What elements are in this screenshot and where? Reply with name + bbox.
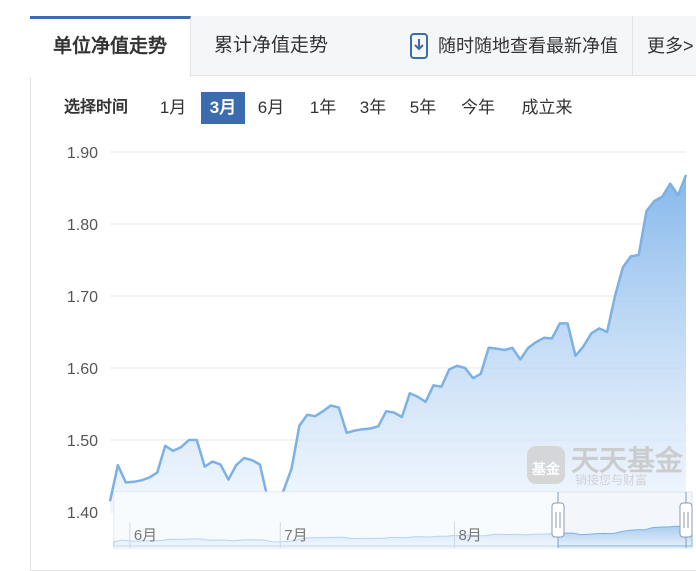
data-point[interactable] (195, 438, 199, 442)
data-point[interactable] (487, 346, 491, 350)
data-point[interactable] (290, 467, 294, 471)
y-tick-label: 1.50 (67, 433, 98, 450)
data-point[interactable] (132, 480, 136, 484)
data-point[interactable] (621, 265, 625, 269)
data-point[interactable] (526, 346, 530, 350)
data-point[interactable] (242, 456, 246, 460)
data-point[interactable] (613, 294, 617, 298)
data-point[interactable] (558, 321, 562, 325)
data-point[interactable] (226, 478, 230, 482)
data-point[interactable] (361, 427, 365, 431)
data-point[interactable] (179, 445, 183, 449)
data-point[interactable] (140, 478, 144, 482)
data-point[interactable] (432, 383, 436, 387)
data-point[interactable] (676, 193, 680, 197)
data-point[interactable] (234, 463, 238, 467)
data-point[interactable] (329, 403, 333, 407)
data-point[interactable] (645, 209, 649, 213)
data-point[interactable] (439, 385, 443, 389)
data-point[interactable] (479, 372, 483, 376)
data-point[interactable] (424, 400, 428, 404)
nav-area-chart: 1.901.801.701.601.501.40 基金 天天基金 销接您与财富 … (67, 145, 693, 549)
data-point[interactable] (503, 348, 507, 352)
data-point[interactable] (660, 195, 664, 199)
y-tick-label: 1.70 (67, 289, 98, 306)
data-point[interactable] (353, 429, 357, 433)
data-point[interactable] (211, 460, 215, 464)
data-point[interactable] (534, 340, 538, 344)
data-point[interactable] (510, 346, 514, 350)
data-point[interactable] (495, 347, 499, 351)
navigator-unselected-mask (114, 492, 558, 548)
data-point[interactable] (321, 409, 325, 413)
data-point[interactable] (581, 344, 585, 348)
data-point[interactable] (566, 321, 570, 325)
data-point[interactable] (219, 463, 223, 467)
range-navigator[interactable]: 6月 7月 8月 (113, 491, 693, 549)
data-point[interactable] (384, 409, 388, 413)
data-point[interactable] (250, 458, 254, 462)
data-point[interactable] (416, 395, 420, 399)
data-point[interactable] (589, 331, 593, 335)
data-point[interactable] (313, 414, 317, 418)
navigator-tick-label: 8月 (458, 527, 481, 544)
data-point[interactable] (124, 481, 128, 485)
data-point[interactable] (376, 424, 380, 428)
watermark-logo-text: 基金 (532, 461, 561, 478)
data-point[interactable] (408, 391, 412, 395)
navigator-right-handle[interactable] (679, 502, 693, 538)
data-point[interactable] (455, 364, 459, 368)
data-point[interactable] (155, 470, 159, 474)
data-point[interactable] (684, 173, 688, 177)
data-point[interactable] (345, 431, 349, 435)
data-point[interactable] (337, 406, 341, 410)
y-tick-label: 1.40 (67, 505, 98, 522)
data-point[interactable] (148, 475, 152, 479)
data-point[interactable] (116, 463, 120, 467)
data-point[interactable] (518, 357, 522, 361)
data-point[interactable] (392, 411, 396, 415)
data-point[interactable] (447, 367, 451, 371)
y-tick-label: 1.80 (67, 217, 98, 234)
y-tick-label: 1.90 (67, 145, 98, 162)
y-tick-label: 1.60 (67, 361, 98, 378)
data-point[interactable] (203, 465, 207, 469)
data-point[interactable] (187, 438, 191, 442)
data-point[interactable] (108, 499, 112, 503)
navigator-left-handle[interactable] (551, 502, 565, 538)
data-point[interactable] (400, 415, 404, 419)
data-point[interactable] (471, 376, 475, 380)
data-point[interactable] (368, 427, 372, 431)
data-point[interactable] (605, 330, 609, 334)
data-point[interactable] (163, 444, 167, 448)
data-point[interactable] (629, 254, 633, 258)
data-point[interactable] (637, 253, 641, 257)
data-point[interactable] (597, 326, 601, 330)
data-point[interactable] (652, 199, 656, 203)
data-point[interactable] (258, 463, 262, 467)
watermark-subtitle: 销接您与财富 (575, 472, 647, 487)
data-point[interactable] (542, 336, 546, 340)
data-point[interactable] (574, 354, 578, 358)
data-point[interactable] (550, 337, 554, 341)
data-point[interactable] (297, 424, 301, 428)
navigator-tick-label: 7月 (284, 527, 307, 544)
data-point[interactable] (171, 449, 175, 453)
data-point[interactable] (463, 366, 467, 370)
data-point[interactable] (668, 182, 672, 186)
data-point[interactable] (305, 413, 309, 417)
navigator-tick-label: 6月 (134, 527, 157, 544)
